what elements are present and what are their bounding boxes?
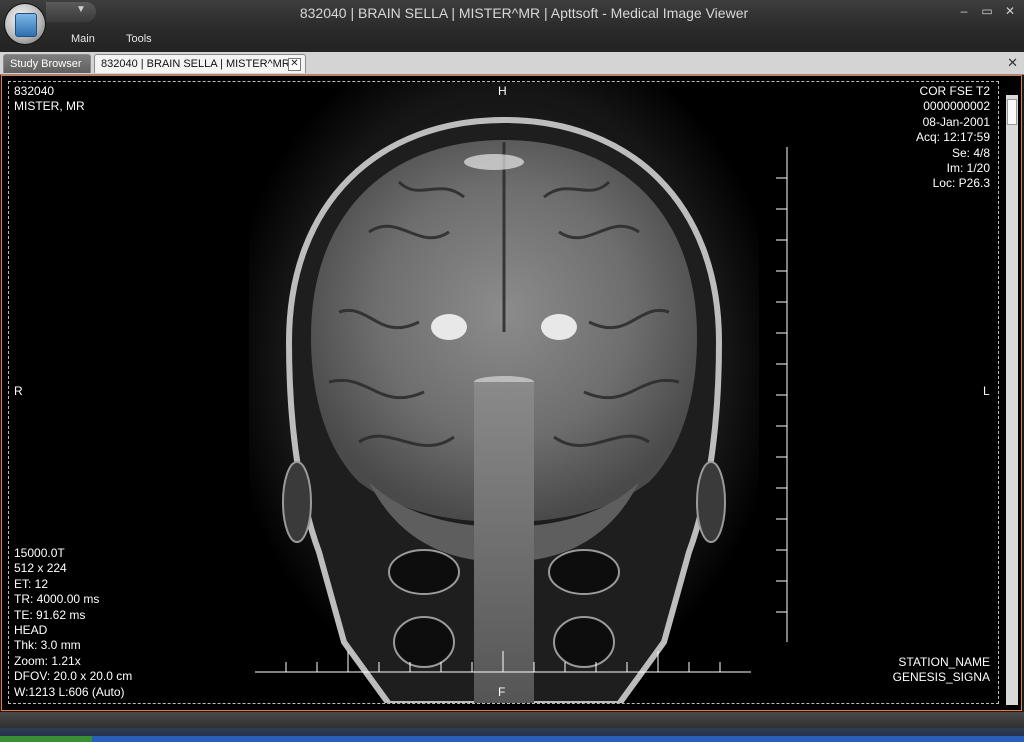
patient-name: MISTER, MR <box>14 99 85 114</box>
slice-thickness: Thk: 3.0 mm <box>14 638 81 653</box>
scrollbar-thumb[interactable] <box>1007 99 1017 125</box>
image-index: Im: 1/20 <box>946 161 990 176</box>
title-bar: ▼ 832040 | BRAIN SELLA | MISTER^MR | Apt… <box>0 0 1024 52</box>
close-all-icon[interactable]: ✕ <box>1007 55 1018 71</box>
ribbon-tab-tools[interactable]: Tools <box>126 33 152 45</box>
orientation-bottom: F <box>498 685 506 699</box>
taskbar-band <box>92 736 1024 742</box>
image-scrollbar[interactable] <box>1006 95 1018 705</box>
echo-train: ET: 12 <box>14 576 49 591</box>
orientation-left: R <box>14 384 23 398</box>
mri-image <box>249 82 759 703</box>
tab-viewer-label: 832040 | BRAIN SELLA | MISTER^MR <box>101 58 290 70</box>
station-name: STATION_NAME <box>898 655 990 669</box>
start-button[interactable] <box>0 736 92 742</box>
overlay-bottom-left: 15000.0T 512 x 224 ET: 12 TR: 4000.00 ms… <box>14 546 132 700</box>
restore-button[interactable]: ▭ <box>979 4 995 18</box>
series-description: COR FSE T2 <box>919 84 990 98</box>
tab-image-viewer[interactable]: 832040 | BRAIN SELLA | MISTER^MR ✕ <box>94 54 306 73</box>
body-part: HEAD <box>14 623 48 638</box>
repetition-time: TR: 4000.00 ms <box>14 592 100 607</box>
series-index: Se: 4/8 <box>951 145 990 160</box>
window-title: 832040 | BRAIN SELLA | MISTER^MR | Aptts… <box>299 5 749 21</box>
overlay-top-left: 832040 MISTER, MR <box>14 84 85 115</box>
scanner-model: GENESIS_SIGNA <box>892 670 990 685</box>
vertical-scale-ruler <box>776 147 788 642</box>
patient-id: 832040 <box>14 84 55 98</box>
minimize-button[interactable]: – <box>956 4 972 18</box>
echo-time: TE: 91.62 ms <box>14 607 86 622</box>
close-tab-button[interactable]: ✕ <box>288 58 301 71</box>
matrix-size: 512 x 224 <box>14 561 67 576</box>
acquisition-time: Acq: 12:17:59 <box>915 130 990 145</box>
ribbon-tab-main[interactable]: Main <box>71 33 95 45</box>
study-number: 0000000002 <box>923 99 990 114</box>
study-date: 08-Jan-2001 <box>922 114 990 129</box>
document-tab-strip: Study Browser 832040 | BRAIN SELLA | MIS… <box>0 52 1024 75</box>
close-window-button[interactable]: ✕ <box>1002 4 1018 18</box>
image-viewport[interactable]: 832040 MISTER, MR COR FSE T2 0000000002 … <box>8 81 999 704</box>
window-level: W:1213 L:606 (Auto) <box>14 684 125 699</box>
slice-location: Loc: P26.3 <box>932 176 990 191</box>
viewer-frame: 832040 MISTER, MR COR FSE T2 0000000002 … <box>1 75 1022 711</box>
tab-study-browser[interactable]: Study Browser <box>3 54 91 73</box>
orientation-right: L <box>983 384 990 398</box>
display-fov: DFOV: 20.0 x 20.0 cm <box>14 669 133 684</box>
status-bar <box>0 712 1024 728</box>
horizontal-scale-ruler <box>255 651 751 673</box>
overlay-bottom-right: STATION_NAME GENESIS_SIGNA <box>893 655 990 686</box>
field-strength: 15000.0T <box>14 546 65 560</box>
orientation-top: H <box>498 84 507 98</box>
overlay-top-right: COR FSE T2 0000000002 08-Jan-2001 Acq: 1… <box>916 84 990 192</box>
zoom-level: Zoom: 1.21x <box>14 653 81 668</box>
